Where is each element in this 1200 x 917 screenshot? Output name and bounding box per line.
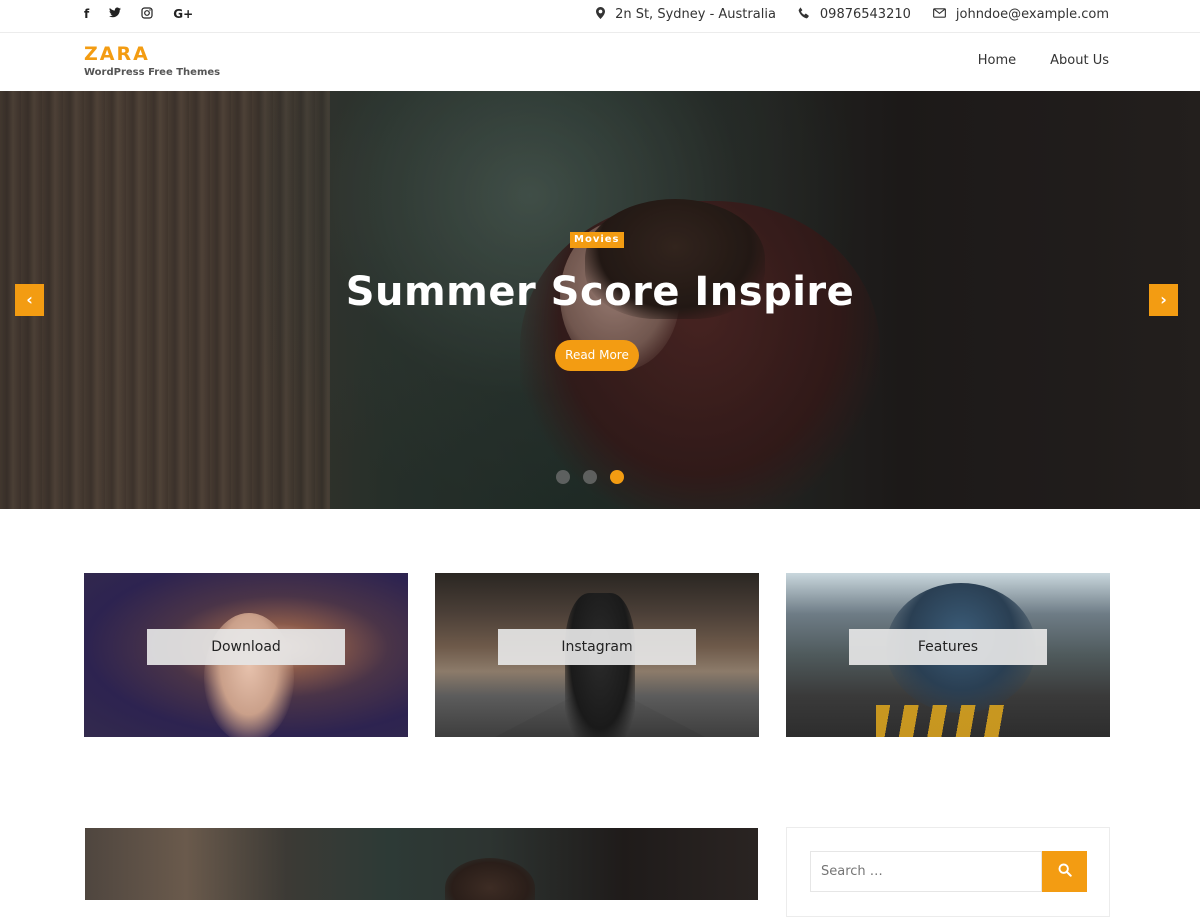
main-navigation: Home About Us bbox=[944, 53, 1109, 68]
chevron-left-icon: ‹ bbox=[26, 290, 33, 309]
address-text: 2n St, Sydney - Australia bbox=[615, 6, 776, 22]
feature-card-download[interactable]: Download bbox=[84, 573, 408, 737]
feature-card-instagram[interactable]: Instagram bbox=[435, 573, 759, 737]
hero-title[interactable]: Summer Score Inspire bbox=[300, 269, 900, 315]
map-marker-icon bbox=[596, 6, 606, 22]
feature-card-label[interactable]: Features bbox=[849, 629, 1047, 665]
slider-next-button[interactable]: › bbox=[1149, 284, 1178, 316]
search-button[interactable] bbox=[1042, 851, 1087, 892]
sidebar-search-widget bbox=[786, 827, 1110, 917]
chevron-right-icon: › bbox=[1160, 290, 1167, 309]
nav-item-home[interactable]: Home bbox=[978, 53, 1016, 68]
slider-dot-active[interactable] bbox=[610, 470, 624, 484]
site-tagline: WordPress Free Themes bbox=[84, 67, 221, 78]
feature-image-road-lines bbox=[876, 705, 1006, 737]
slider-pagination bbox=[556, 470, 637, 484]
hero-category-badge[interactable]: Movies bbox=[570, 232, 624, 248]
address-item: 2n St, Sydney - Australia bbox=[596, 6, 776, 22]
post-image-person bbox=[445, 858, 535, 900]
slider-prev-button[interactable]: ‹ bbox=[15, 284, 44, 316]
hero-slider: Movies Summer Score Inspire Read More ‹ … bbox=[0, 91, 1200, 509]
site-title[interactable]: ZARA bbox=[84, 43, 220, 65]
phone-text[interactable]: 09876543210 bbox=[820, 7, 911, 22]
email-item: johndoe@example.com bbox=[932, 7, 1109, 22]
top-bar: f G+ 2n St, Sydney - Australia 098765432… bbox=[0, 0, 1200, 33]
nav-item-about-us[interactable]: About Us bbox=[1050, 53, 1109, 68]
site-logo[interactable]: ZARA WordPress Free Themes bbox=[84, 43, 220, 78]
site-header: ZARA WordPress Free Themes Home About Us bbox=[0, 33, 1200, 91]
phone-item: 09876543210 bbox=[798, 7, 911, 22]
feature-card-label[interactable]: Download bbox=[147, 629, 345, 665]
instagram-icon[interactable] bbox=[141, 6, 153, 22]
phone-icon bbox=[798, 6, 810, 22]
email-text[interactable]: johndoe@example.com bbox=[956, 7, 1109, 22]
envelope-icon bbox=[932, 7, 946, 21]
facebook-icon[interactable]: f bbox=[84, 7, 89, 21]
social-links: f G+ bbox=[84, 0, 213, 28]
post-featured-image[interactable] bbox=[85, 828, 758, 900]
slider-dot[interactable] bbox=[556, 470, 570, 484]
search-input[interactable] bbox=[810, 851, 1042, 892]
contact-info: 2n St, Sydney - Australia 09876543210 jo… bbox=[574, 0, 1109, 28]
read-more-button[interactable]: Read More bbox=[555, 340, 639, 371]
slider-dot[interactable] bbox=[583, 470, 597, 484]
google-plus-icon[interactable]: G+ bbox=[173, 7, 193, 21]
feature-card-features[interactable]: Features bbox=[786, 573, 1110, 737]
search-icon bbox=[1058, 862, 1072, 881]
feature-image-rider bbox=[565, 593, 635, 737]
twitter-icon[interactable] bbox=[109, 7, 122, 21]
feature-card-label[interactable]: Instagram bbox=[498, 629, 696, 665]
